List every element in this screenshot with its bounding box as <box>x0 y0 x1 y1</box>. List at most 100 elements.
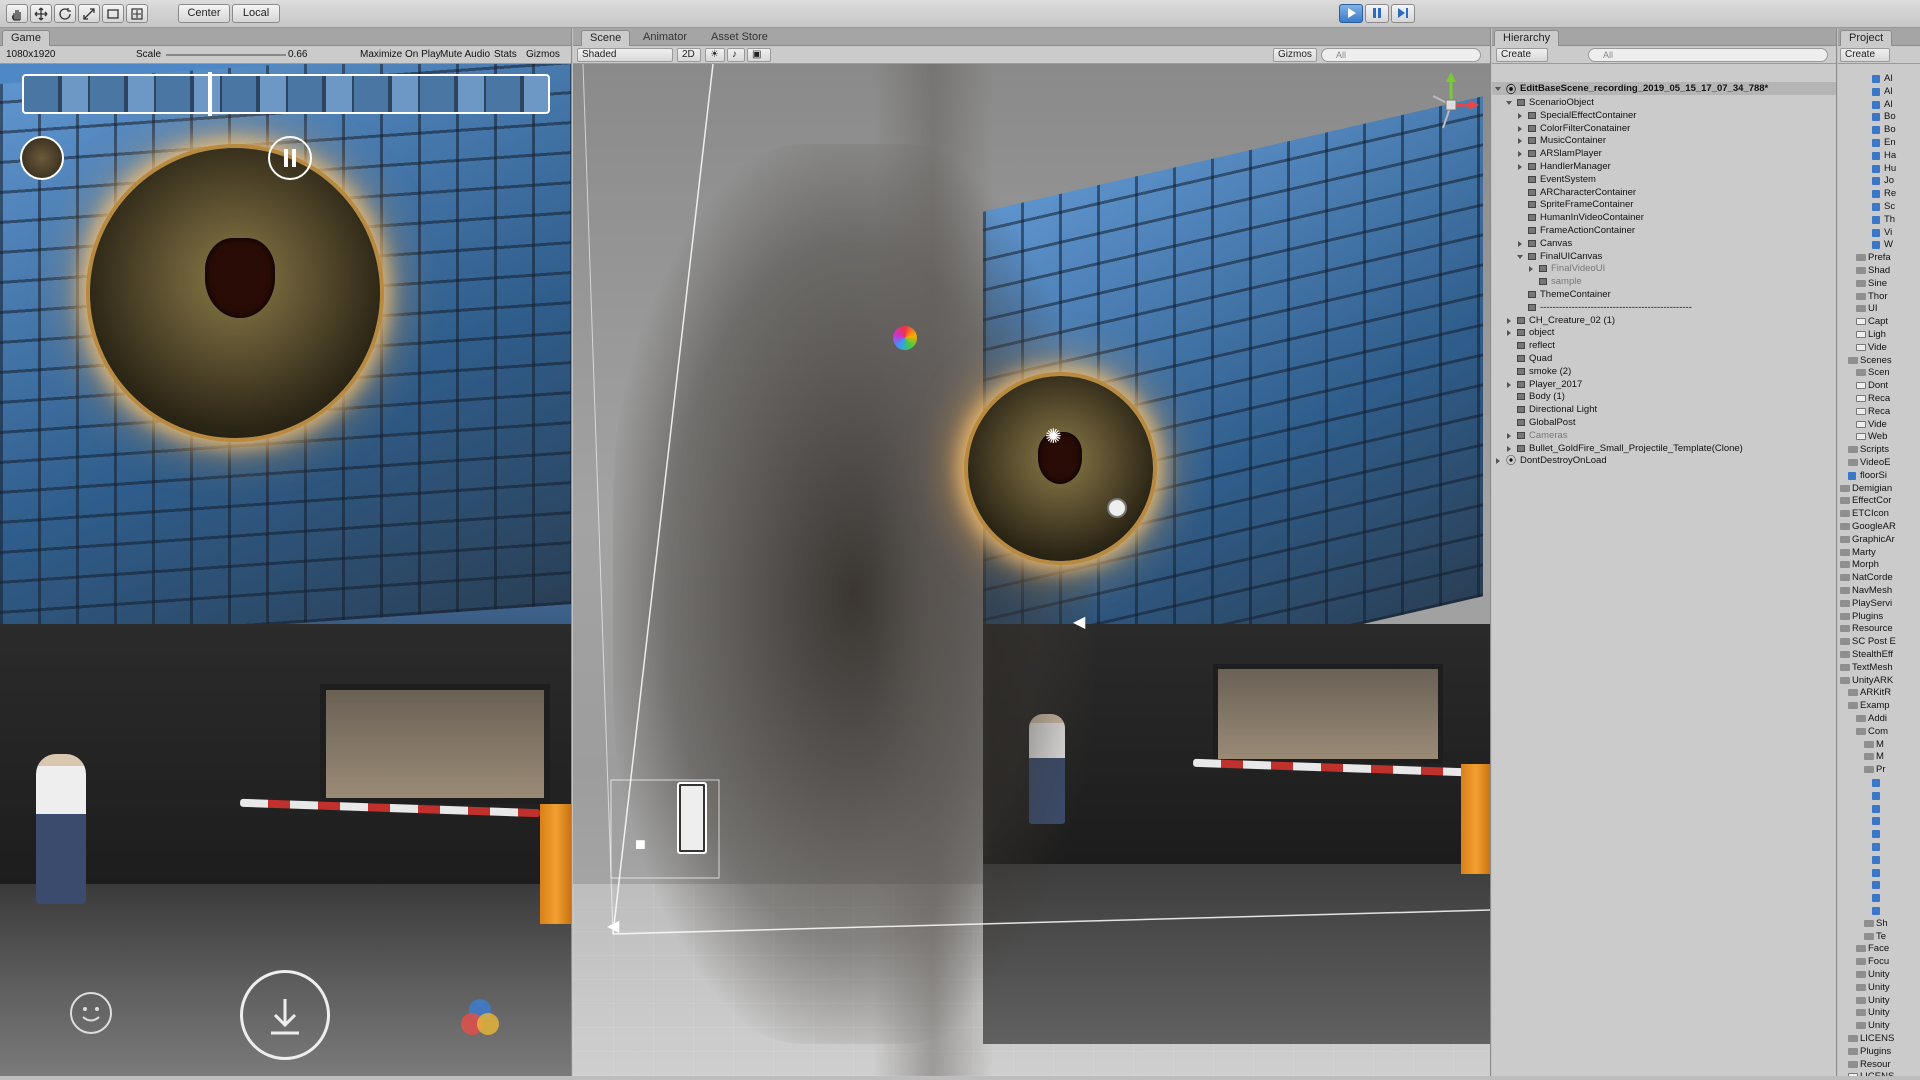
project-row[interactable]: Morph <box>1838 558 1920 571</box>
project-row[interactable]: UI <box>1838 302 1920 315</box>
project-row[interactable]: PlayServi <box>1838 597 1920 610</box>
project-row[interactable]: Face <box>1838 942 1920 955</box>
tab-hierarchy[interactable]: Hierarchy <box>1494 30 1560 46</box>
move-tool-icon[interactable] <box>30 4 52 23</box>
color-filter-button[interactable] <box>456 994 504 1042</box>
shading-mode-dropdown[interactable]: Shaded <box>577 48 673 62</box>
rect-tool-icon[interactable] <box>102 4 124 23</box>
orientation-gizmo-icon[interactable] <box>1421 70 1481 140</box>
project-row[interactable] <box>1838 776 1920 789</box>
hierarchy-row[interactable]: reflect <box>1492 339 1836 352</box>
project-row[interactable]: Unity <box>1838 968 1920 981</box>
expand-arrow-icon[interactable] <box>1518 151 1522 158</box>
hierarchy-row[interactable]: HandlerManager <box>1492 160 1836 173</box>
expand-arrow-icon[interactable] <box>1518 164 1522 170</box>
scene-viewport[interactable]: ■ ◀ ◀ ✺ <box>573 64 1490 1076</box>
expand-arrow-icon[interactable] <box>1518 125 1522 132</box>
maximize-on-play-toggle[interactable]: Maximize On Play <box>360 46 441 63</box>
hierarchy-search-input[interactable]: All <box>1588 48 1828 62</box>
game-viewport[interactable] <box>0 64 571 1076</box>
project-row[interactable]: Unity <box>1838 1019 1920 1032</box>
project-row[interactable]: Plugins <box>1838 610 1920 623</box>
expand-arrow-icon[interactable] <box>1517 254 1523 259</box>
hierarchy-row[interactable]: ARCharacterContainer <box>1492 186 1836 199</box>
project-row[interactable] <box>1838 789 1920 802</box>
hierarchy-row[interactable]: ColorFilterConatainer <box>1492 122 1836 135</box>
project-row[interactable]: Scen <box>1838 366 1920 379</box>
project-row[interactable]: Focu <box>1838 955 1920 968</box>
mute-audio-toggle[interactable]: Mute Audio <box>440 46 490 63</box>
hierarchy-row[interactable]: Directional Light <box>1492 403 1836 416</box>
hierarchy-row[interactable]: Bullet_GoldFire_Small_Projectile_Templat… <box>1492 442 1836 455</box>
project-row[interactable]: Sine <box>1838 277 1920 290</box>
scene-search-input[interactable]: All <box>1321 48 1481 62</box>
project-row[interactable]: Te <box>1838 930 1920 943</box>
hierarchy-row[interactable]: Quad <box>1492 352 1836 365</box>
hand-tool-icon[interactable] <box>6 4 28 23</box>
project-row[interactable]: En <box>1838 136 1920 149</box>
hierarchy-row[interactable]: FinalUICanvas <box>1492 250 1836 263</box>
effects-toggle-icon[interactable]: ▣ <box>747 48 771 62</box>
project-row[interactable]: Al <box>1838 72 1920 85</box>
project-row[interactable]: Al <box>1838 85 1920 98</box>
hierarchy-row[interactable]: sample <box>1492 275 1836 288</box>
project-row[interactable]: Ha <box>1838 149 1920 162</box>
expand-arrow-icon[interactable] <box>1496 458 1500 465</box>
hierarchy-row[interactable]: HumanInVideoContainer <box>1492 211 1836 224</box>
hierarchy-row[interactable]: SpriteFrameContainer <box>1492 198 1836 211</box>
audio-source-gizmo-icon-2[interactable]: ◀ <box>1073 612 1085 632</box>
tab-animator[interactable]: Animator <box>635 30 695 46</box>
expand-arrow-icon[interactable] <box>1506 101 1512 105</box>
resolution-dropdown[interactable]: 1080x1920 <box>6 46 56 63</box>
hierarchy-row[interactable]: Body (1) <box>1492 390 1836 403</box>
project-row[interactable]: VideoE <box>1838 456 1920 469</box>
project-row[interactable]: Unity <box>1838 994 1920 1007</box>
hierarchy-row[interactable]: object <box>1492 326 1836 339</box>
project-row[interactable]: Scripts <box>1838 443 1920 456</box>
hierarchy-row[interactable]: CH_Creature_02 (1) <box>1492 314 1836 327</box>
space-local-toggle[interactable]: Local <box>232 4 280 23</box>
project-row[interactable]: Bo <box>1838 123 1920 136</box>
expand-arrow-icon[interactable] <box>1495 87 1501 91</box>
project-row[interactable]: Scenes <box>1838 354 1920 367</box>
hierarchy-row[interactable]: Player_2017 <box>1492 378 1836 391</box>
project-row[interactable]: TextMesh <box>1838 661 1920 674</box>
expand-arrow-icon[interactable] <box>1518 240 1522 247</box>
project-row[interactable] <box>1838 840 1920 853</box>
hierarchy-row[interactable]: smoke (2) <box>1492 365 1836 378</box>
project-row[interactable]: Capt <box>1838 315 1920 328</box>
project-row[interactable] <box>1838 827 1920 840</box>
expand-arrow-icon[interactable] <box>1518 138 1522 145</box>
reflection-probe-gizmo-icon[interactable] <box>1107 498 1127 518</box>
project-row[interactable]: Web <box>1838 430 1920 443</box>
pivot-center-toggle[interactable]: Center <box>178 4 230 23</box>
project-row[interactable]: UnityARK <box>1838 674 1920 687</box>
directional-light-gizmo-icon[interactable]: ✺ <box>1045 424 1062 449</box>
project-row[interactable]: Resour <box>1838 1058 1920 1071</box>
hierarchy-row[interactable]: SpecialEffectContainer <box>1492 109 1836 122</box>
project-row[interactable]: NavMesh <box>1838 584 1920 597</box>
project-row[interactable]: GoogleAR <box>1838 520 1920 533</box>
hierarchy-row[interactable]: Cameras <box>1492 429 1836 442</box>
tab-scene[interactable]: Scene <box>581 30 631 46</box>
hierarchy-create-dropdown[interactable]: Create <box>1496 48 1548 62</box>
timeline-playhead[interactable] <box>208 72 212 116</box>
lighting-toggle-icon[interactable]: ☀ <box>705 48 725 62</box>
pause-button[interactable] <box>1365 4 1389 23</box>
project-row[interactable]: Reca <box>1838 392 1920 405</box>
phone-preview-gizmo[interactable] <box>677 782 707 854</box>
project-row[interactable]: Th <box>1838 213 1920 226</box>
audio-toggle-icon[interactable]: ♪ <box>727 48 745 62</box>
expand-arrow-icon[interactable] <box>1507 317 1511 324</box>
audio-source-gizmo-icon[interactable]: ◀ <box>607 916 619 936</box>
tab-asset-store[interactable]: Asset Store <box>703 30 776 46</box>
hierarchy-row[interactable]: ThemeContainer <box>1492 288 1836 301</box>
scale-slider[interactable] <box>166 54 286 56</box>
thumbnail-avatar[interactable] <box>20 136 64 180</box>
project-row[interactable]: M <box>1838 750 1920 763</box>
project-row[interactable]: Marty <box>1838 546 1920 559</box>
project-row[interactable]: Shad <box>1838 264 1920 277</box>
project-row[interactable]: Unity <box>1838 981 1920 994</box>
play-button[interactable] <box>1339 4 1363 23</box>
scene-gizmos-dropdown[interactable]: Gizmos <box>1273 48 1317 62</box>
